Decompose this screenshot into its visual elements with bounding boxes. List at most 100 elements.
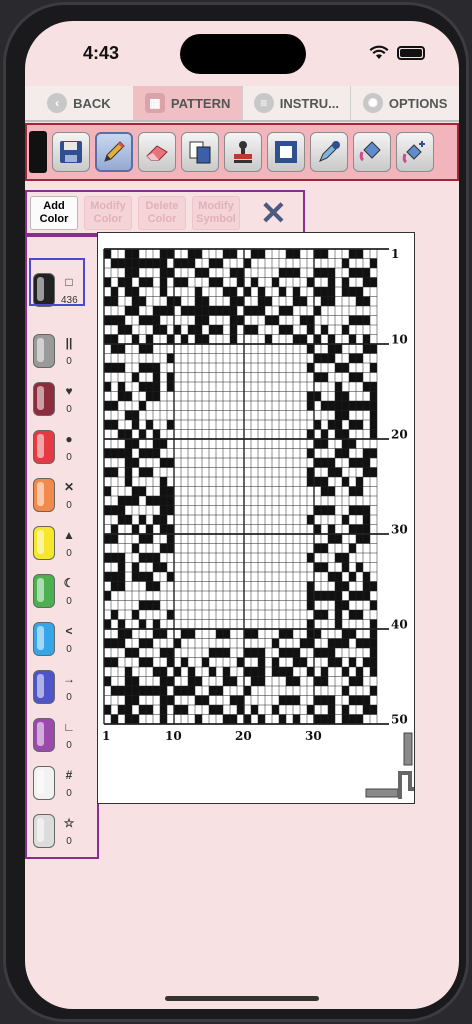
palette-swatch-7[interactable]: <0 [31,620,95,664]
palette-swatch-5[interactable]: ▲ 0 [31,524,95,568]
grid-cell[interactable] [293,648,300,658]
grid-cell[interactable] [104,486,111,497]
grid-cell[interactable] [125,648,132,658]
grid-cell[interactable] [342,277,349,288]
grid-cell[interactable] [188,676,195,687]
grid-cell[interactable] [321,268,328,278]
grid-cell[interactable] [125,705,132,715]
grid-cell[interactable] [160,705,167,715]
grid-cell[interactable] [195,268,202,278]
grid-cell[interactable] [286,306,293,316]
grid-cell[interactable] [104,553,111,563]
grid-cell[interactable] [125,268,132,278]
grid-cell[interactable] [139,467,146,478]
grid-cell[interactable] [118,363,125,373]
grid-cell[interactable] [223,306,230,316]
grid-cell[interactable] [307,553,314,563]
chart-grid[interactable]: 1 10 20 30 40 50 1 10 20 30 [98,233,414,803]
grid-cell[interactable] [195,676,202,687]
grid-cell[interactable] [370,600,377,611]
grid-cell[interactable] [153,600,160,611]
grid-cell[interactable] [363,296,370,307]
grid-cell[interactable] [307,344,314,354]
grid-cell[interactable] [328,486,335,497]
grid-cell[interactable] [293,249,300,259]
grid-cell[interactable] [188,306,195,316]
grid-cell[interactable] [307,629,314,639]
grid-cell[interactable] [328,458,335,468]
grid-cell[interactable] [111,420,118,430]
grid-cell[interactable] [300,315,307,326]
grid-cell[interactable] [314,648,321,658]
grid-cell[interactable] [237,705,244,715]
grid-cell[interactable] [349,486,356,497]
grid-cell[interactable] [104,363,111,373]
palette-swatch-9[interactable]: ∟ 0 [31,716,95,760]
grid-cell[interactable] [335,448,342,459]
grid-cell[interactable] [167,268,174,278]
grid-cell[interactable] [370,258,377,269]
grid-cell[interactable] [244,325,251,335]
grid-cell[interactable] [167,676,174,687]
grid-cell[interactable] [132,458,139,468]
grid-cell[interactable] [160,439,167,449]
grid-cell[interactable] [314,591,321,601]
grid-cell[interactable] [195,334,202,345]
grid-cell[interactable] [307,315,314,326]
grid-cell[interactable] [153,439,160,449]
grid-cell[interactable] [118,581,125,592]
grid-cell[interactable] [356,534,363,544]
grid-cell[interactable] [335,591,342,601]
grid-cell[interactable] [363,638,370,649]
grid-cell[interactable] [244,667,251,677]
grid-cell[interactable] [111,505,118,516]
grid-cell[interactable] [195,249,202,259]
grid-cell[interactable] [111,448,118,459]
grid-cell[interactable] [167,296,174,307]
grid-cell[interactable] [349,334,356,345]
grid-cell[interactable] [272,277,279,288]
grid-cell[interactable] [223,629,230,639]
grid-cell[interactable] [356,638,363,649]
grid-cell[interactable] [328,591,335,601]
grid-cell[interactable] [363,382,370,392]
grid-cell[interactable] [363,534,370,544]
grid-cell[interactable] [321,372,328,383]
grid-cell[interactable] [335,572,342,582]
grid-cell[interactable] [258,648,265,658]
grid-cell[interactable] [230,306,237,316]
grid-cell[interactable] [104,534,111,544]
grid-cell[interactable] [153,686,160,696]
grid-cell[interactable] [118,429,125,440]
grid-cell[interactable] [209,705,216,715]
grid-cell[interactable] [111,553,118,563]
grid-cell[interactable] [146,363,153,373]
grid-cell[interactable] [258,667,265,677]
grid-cell[interactable] [342,401,349,411]
grid-cell[interactable] [321,439,328,449]
grid-cell[interactable] [279,667,286,677]
grid-cell[interactable] [328,277,335,288]
grid-cell[interactable] [132,372,139,383]
grid-cell[interactable] [307,600,314,611]
grid-cell[interactable] [160,287,167,297]
grid-cell[interactable] [202,268,209,278]
grid-cell[interactable] [230,296,237,307]
grid-cell[interactable] [349,287,356,297]
grid-cell[interactable] [328,344,335,354]
grid-cell[interactable] [349,572,356,582]
grid-cell[interactable] [160,648,167,658]
grid-cell[interactable] [356,591,363,601]
grid-cell[interactable] [370,277,377,288]
grid-cell[interactable] [321,477,328,487]
grid-cell[interactable] [195,315,202,326]
grid-cell[interactable] [104,277,111,288]
add-color-button[interactable]: Add Color [30,195,78,230]
grid-cell[interactable] [349,591,356,601]
grid-cell[interactable] [160,714,167,725]
grid-cell[interactable] [363,344,370,354]
grid-cell[interactable] [370,686,377,696]
grid-cell[interactable] [153,391,160,402]
grid-cell[interactable] [286,268,293,278]
palette-swatch-4[interactable]: ✕ 0 [31,476,95,520]
